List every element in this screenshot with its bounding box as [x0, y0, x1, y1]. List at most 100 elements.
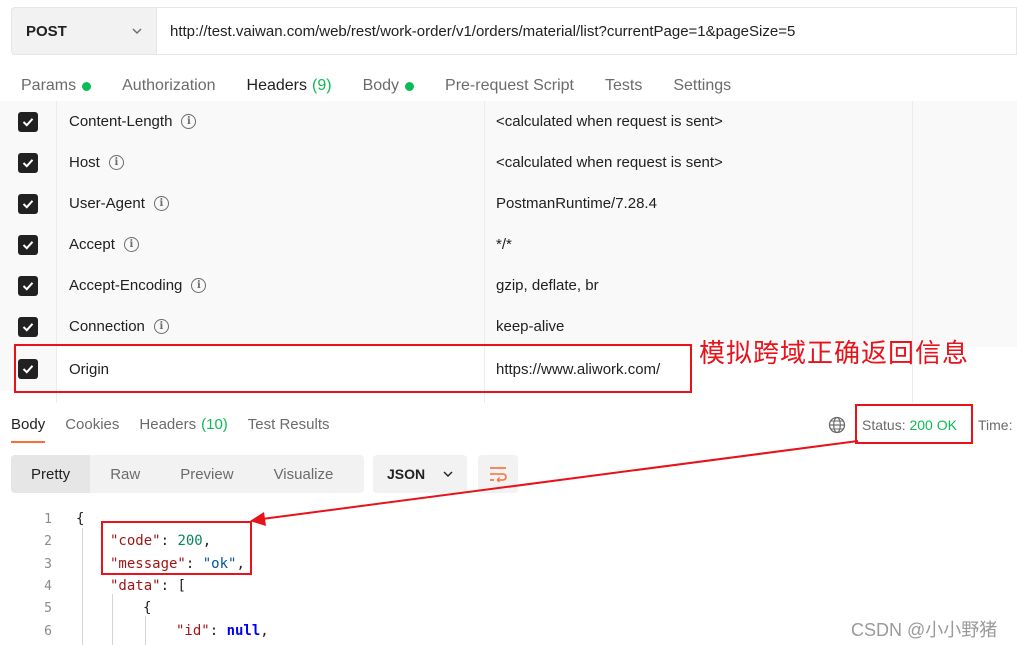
header-key: Content-Length: [69, 113, 173, 130]
tab-tests[interactable]: Tests: [605, 70, 642, 102]
tab-cookies[interactable]: Cookies: [65, 409, 119, 439]
header-value[interactable]: <calculated when request is sent>: [485, 101, 913, 142]
checkbox[interactable]: [18, 234, 38, 255]
wrap-lines-button[interactable]: [478, 455, 518, 493]
tab-label: Authorization: [122, 77, 216, 94]
check-icon: [22, 240, 34, 250]
info-icon[interactable]: i: [153, 196, 169, 211]
mode-preview[interactable]: Preview: [160, 455, 253, 493]
mode-raw[interactable]: Raw: [90, 455, 160, 493]
code-text: {: [76, 511, 85, 527]
tab-body[interactable]: Body: [362, 70, 415, 102]
header-value[interactable]: gzip, deflate, br: [485, 265, 913, 306]
code-text: {: [143, 600, 152, 616]
url-input[interactable]: http://test.vaiwan.com/web/rest/work-ord…: [156, 7, 1017, 55]
tab-response-body[interactable]: Body: [11, 409, 46, 443]
table-row: Accept i */*: [0, 224, 1017, 265]
header-key-cell[interactable]: Accept-Encoding i: [57, 265, 485, 306]
row-checkbox-cell: [0, 265, 57, 306]
tab-headers[interactable]: Headers (9): [246, 70, 332, 106]
info-icon[interactable]: i: [108, 155, 124, 170]
watermark: CSDN @小小野猪: [851, 620, 998, 640]
highlight-box-status: [855, 404, 973, 444]
info-icon[interactable]: i: [191, 278, 207, 293]
line-number: 2: [44, 533, 52, 549]
tab-label: Headers: [139, 415, 197, 433]
line-number: 6: [44, 623, 52, 639]
tab-params[interactable]: Params: [21, 70, 92, 102]
checkbox[interactable]: [18, 316, 38, 337]
tab-response-headers[interactable]: Headers (10): [139, 409, 227, 439]
table-row: Accept-Encoding i gzip, deflate, br: [0, 265, 1017, 306]
line-number: 1: [44, 511, 52, 527]
tab-label: Params: [21, 77, 77, 94]
header-key: User-Agent: [69, 195, 145, 212]
tab-label: Pre-request Script: [445, 77, 574, 94]
check-icon: [22, 158, 34, 168]
checkbox[interactable]: [18, 152, 38, 173]
header-value[interactable]: */*: [485, 224, 913, 265]
method-select[interactable]: POST: [11, 7, 156, 55]
response-tabs: Body Cookies Headers (10) Test Results: [11, 409, 350, 443]
info-icon[interactable]: i: [123, 237, 139, 252]
tab-label: Tests: [604, 77, 643, 94]
row-checkbox-cell: [0, 183, 57, 224]
tab-label: Settings: [673, 77, 732, 94]
table-row: Host i <calculated when request is sent>: [0, 142, 1017, 183]
view-mode-group: Pretty Raw Preview Visualize: [11, 455, 364, 493]
header-key-cell[interactable]: User-Agent i: [57, 183, 485, 224]
wrap-lines-icon: [490, 467, 507, 483]
globe-icon[interactable]: [828, 416, 846, 434]
mode-pretty[interactable]: Pretty: [11, 455, 91, 493]
highlight-box-origin: [14, 344, 692, 393]
header-value[interactable]: PostmanRuntime/7.28.4: [485, 183, 913, 224]
method-label: POST: [26, 22, 67, 40]
header-key-cell[interactable]: Connection i: [57, 306, 485, 347]
tab-label: Headers: [246, 77, 307, 94]
format-select[interactable]: JSON: [373, 455, 467, 493]
description-cell[interactable]: [913, 224, 1017, 265]
tab-pre-request-script[interactable]: Pre-request Script: [445, 70, 574, 102]
checkbox[interactable]: [18, 193, 38, 214]
header-key-cell[interactable]: Host i: [57, 142, 485, 183]
code-text: "id": null,: [176, 623, 269, 639]
format-label: JSON: [387, 466, 426, 482]
chevron-down-icon: [443, 471, 453, 477]
mode-visualize[interactable]: Visualize: [254, 455, 354, 493]
check-icon: [22, 281, 34, 291]
time-label[interactable]: Time:: [978, 417, 1012, 433]
tab-label: Body: [11, 415, 46, 433]
info-icon[interactable]: i: [153, 319, 169, 334]
url-bar: POST http://test.vaiwan.com/web/rest/wor…: [11, 7, 1017, 55]
tab-settings[interactable]: Settings: [673, 70, 731, 102]
description-cell[interactable]: [913, 183, 1017, 224]
row-checkbox-cell: [0, 142, 57, 183]
table-row: User-Agent i PostmanRuntime/7.28.4: [0, 183, 1017, 224]
status-dot: [405, 81, 415, 91]
info-icon[interactable]: i: [181, 114, 197, 129]
table-row: Content-Length i <calculated when request…: [0, 101, 1017, 142]
checkbox[interactable]: [18, 111, 38, 132]
line-number: 4: [44, 578, 52, 594]
tab-authorization[interactable]: Authorization: [122, 70, 215, 102]
check-icon: [22, 199, 34, 209]
annotation-text: 模拟跨域正确返回信息: [699, 339, 970, 369]
tab-label: Test Results: [247, 415, 330, 433]
description-cell[interactable]: [913, 142, 1017, 183]
header-key: Host: [69, 154, 100, 171]
tab-label: Body: [362, 77, 400, 94]
tab-count: (10): [201, 415, 228, 433]
checkbox[interactable]: [18, 275, 38, 296]
line-number: 3: [44, 556, 52, 572]
header-key: Accept-Encoding: [69, 277, 183, 294]
header-key-cell[interactable]: Accept i: [57, 224, 485, 265]
chevron-down-icon: [132, 28, 142, 34]
status-dot: [82, 81, 92, 91]
header-key-cell[interactable]: Content-Length i: [57, 101, 485, 142]
tab-test-results[interactable]: Test Results: [248, 409, 330, 439]
row-checkbox-cell: [0, 306, 57, 347]
header-value[interactable]: <calculated when request is sent>: [485, 142, 913, 183]
description-cell[interactable]: [913, 101, 1017, 142]
description-cell[interactable]: [913, 265, 1017, 306]
json-bracket: [: [177, 578, 186, 594]
